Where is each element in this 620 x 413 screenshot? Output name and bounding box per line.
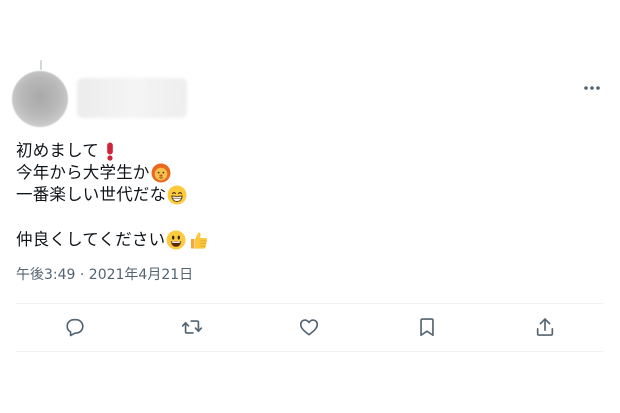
blurred-username[interactable] — [77, 78, 187, 118]
bookmark-button[interactable] — [416, 316, 438, 338]
tweet-card: 初めまして 今年から大学生か 一番楽しい世代だな 仲良くしてください 午後3:4… — [0, 0, 620, 413]
grinning-face-icon — [167, 185, 187, 205]
avatar[interactable] — [12, 71, 68, 127]
action-bar — [16, 304, 604, 351]
heart-icon — [298, 316, 320, 338]
thumbs-up-icon — [189, 230, 209, 250]
thread-connector — [40, 60, 42, 70]
tweet-line: 今年から大学生か — [16, 162, 606, 184]
tweet-line: 一番楽しい世代だな — [16, 184, 606, 206]
tweet-line-text: 一番楽しい世代だな — [16, 185, 167, 204]
tweet-line: 仲良くしてください — [16, 229, 606, 251]
reply-button[interactable] — [64, 316, 86, 338]
tweet-line-text: 初めまして — [16, 141, 100, 160]
share-button[interactable] — [534, 316, 556, 338]
like-button[interactable] — [298, 316, 320, 338]
bookmark-icon — [416, 316, 438, 338]
tweet-line-text: 今年から大学生か — [16, 163, 150, 182]
smiley-face-icon — [166, 230, 186, 250]
reply-icon — [64, 316, 86, 338]
lion-face-icon — [151, 163, 171, 183]
share-icon — [534, 316, 556, 338]
retweet-button[interactable] — [181, 316, 203, 338]
tweet-line-text: 仲良くしてください — [16, 230, 166, 249]
tweet-text: 初めまして 今年から大学生か 一番楽しい世代だな 仲良くしてください — [16, 140, 606, 251]
retweet-icon — [181, 316, 203, 338]
divider — [16, 351, 604, 352]
exclamation-icon — [100, 141, 120, 161]
tweet-line: 初めまして — [16, 140, 606, 162]
tweet-timestamp[interactable]: 午後3:49 · 2021年4月21日 — [16, 264, 193, 284]
more-horizontal-icon[interactable] — [582, 80, 602, 94]
